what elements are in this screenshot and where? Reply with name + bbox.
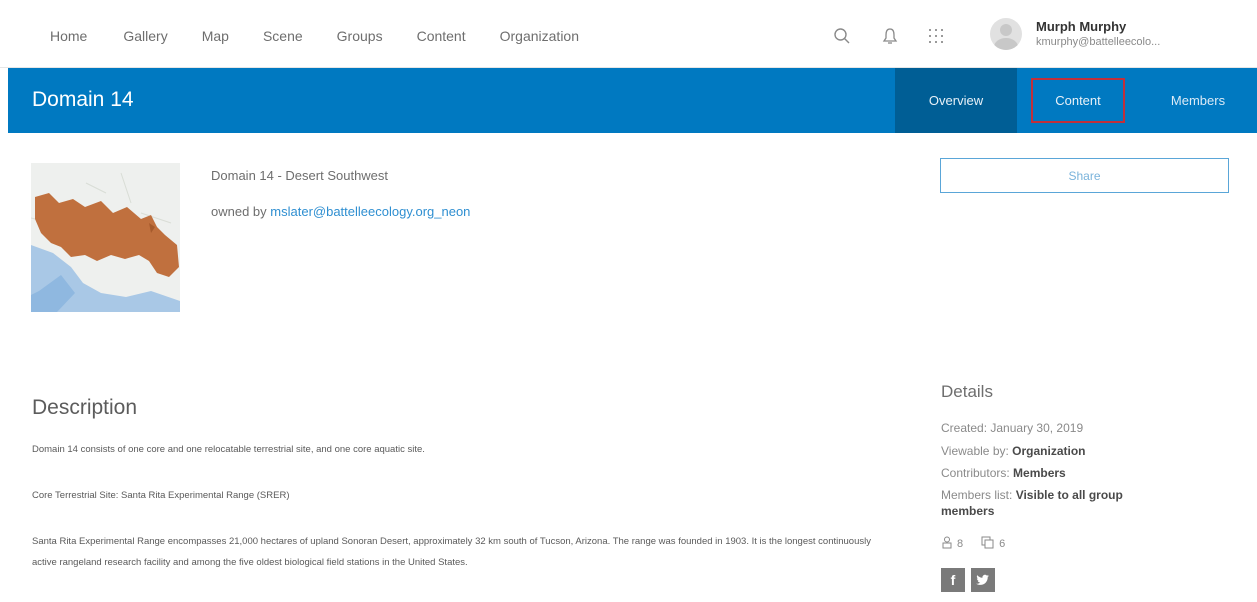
contributors-value: Members <box>1013 466 1066 480</box>
notification-bell-icon[interactable] <box>878 24 902 48</box>
tab-content-label: Content <box>1031 78 1125 123</box>
created-label: Created: <box>941 421 988 435</box>
viewable-label: Viewable by: <box>941 444 1009 458</box>
member-count: 8 <box>957 538 964 550</box>
avatar <box>990 18 1022 50</box>
nav-groups[interactable]: Groups <box>337 28 383 44</box>
items-icon <box>981 536 995 552</box>
share-button[interactable]: Share <box>940 158 1229 193</box>
created-value: January 30, 2019 <box>990 421 1084 435</box>
tab-members-label: Members <box>1170 93 1226 108</box>
nav-map[interactable]: Map <box>202 28 229 44</box>
tab-content[interactable]: Content <box>1017 68 1139 133</box>
details-viewable: Viewable by: Organization <box>941 443 1171 459</box>
nav-content[interactable]: Content <box>417 28 466 44</box>
group-thumbnail-map <box>31 163 180 312</box>
top-navigation: Home Gallery Map Scene Groups Content Or… <box>0 0 1257 68</box>
viewable-value: Organization <box>1012 444 1086 458</box>
group-counts: 8 6 <box>941 536 1005 552</box>
members-list-label: Members list: <box>941 488 1013 502</box>
group-header: Domain 14 Overview Content Members <box>8 68 1257 133</box>
user-email: kmurphy@battelleecolo... <box>1036 36 1161 48</box>
user-menu[interactable]: Murph Murphy kmurphy@battelleecolo... <box>990 14 1250 54</box>
group-tabs: Overview Content Members <box>895 68 1257 133</box>
group-title: Domain 14 <box>32 88 134 111</box>
search-icon[interactable] <box>830 24 854 48</box>
owner-link[interactable]: mslater@battelleecology.org_neon <box>270 204 470 219</box>
nav-scene[interactable]: Scene <box>263 28 303 44</box>
tab-members[interactable]: Members <box>1139 68 1257 133</box>
tab-overview[interactable]: Overview <box>895 68 1017 133</box>
details-created: Created: January 30, 2019 <box>941 420 1171 436</box>
tab-overview-label: Overview <box>928 93 984 108</box>
social-links: f <box>941 568 995 592</box>
item-count: 6 <box>999 538 1006 550</box>
description-paragraph: Santa Rita Experimental Range encompasse… <box>32 536 871 568</box>
details-contributors: Contributors: Members <box>941 465 1171 481</box>
nav-actions <box>830 18 948 54</box>
nav-gallery[interactable]: Gallery <box>123 28 167 44</box>
details-members-list: Members list: Visible to all group membe… <box>941 487 1171 519</box>
owned-by-label: owned by <box>211 204 267 219</box>
twitter-icon[interactable] <box>971 568 995 592</box>
description-paragraph: Domain 14 consists of one core and one r… <box>32 444 425 455</box>
group-owner: owned by mslater@battelleecology.org_neo… <box>211 204 470 219</box>
nav-organization[interactable]: Organization <box>500 28 579 44</box>
app-launcher-grid-icon[interactable] <box>924 24 948 48</box>
nav-links: Home Gallery Map Scene Groups Content Or… <box>50 28 613 44</box>
members-icon <box>941 536 953 552</box>
user-name: Murph Murphy <box>1036 19 1127 34</box>
contributors-label: Contributors: <box>941 466 1010 480</box>
nav-home[interactable]: Home <box>50 28 87 44</box>
group-full-title: Domain 14 - Desert Southwest <box>211 168 389 183</box>
facebook-icon[interactable]: f <box>941 568 965 592</box>
description-heading: Description <box>32 396 138 419</box>
user-info: Murph Murphy kmurphy@battelleecolo... <box>1036 19 1160 49</box>
description-paragraph: Core Terrestrial Site: Santa Rita Experi… <box>32 490 290 501</box>
details-heading: Details <box>941 382 993 401</box>
